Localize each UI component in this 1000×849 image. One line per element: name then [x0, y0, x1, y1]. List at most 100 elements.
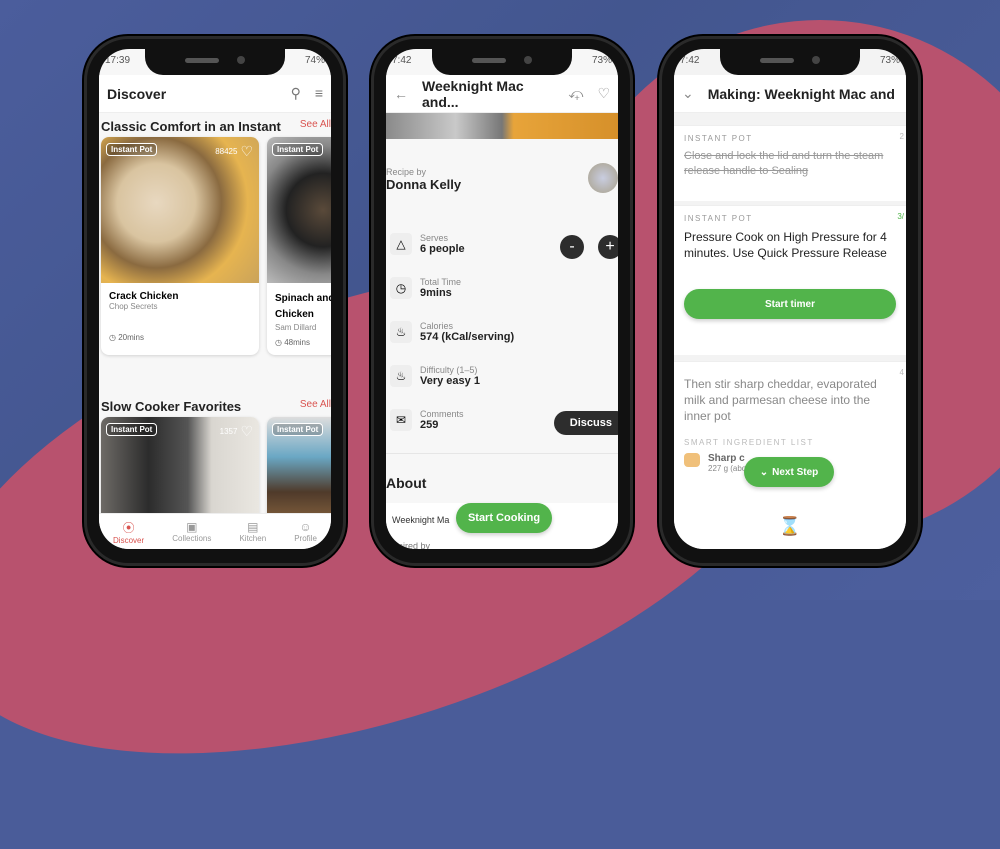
- nav-collections[interactable]: ▣ Collections: [172, 520, 211, 543]
- author-name[interactable]: Donna Kelly: [386, 177, 461, 192]
- notch: [432, 49, 572, 75]
- flame-icon: ♨: [390, 321, 412, 343]
- section-header: Slow Cooker Favorites See All: [101, 399, 331, 414]
- hero-image: [386, 113, 618, 139]
- section-title: Classic Comfort in an Instant: [101, 119, 281, 134]
- recipe-image: [267, 137, 331, 283]
- app-header: ← Weeknight Mac and... ⤽ ♡: [386, 75, 618, 113]
- battery: 73%: [879, 55, 900, 66]
- step-label: INSTANT POT: [684, 214, 753, 223]
- nav-profile[interactable]: ☺ Profile: [294, 520, 317, 543]
- status-time: 7:42: [392, 55, 412, 66]
- about-heading: About: [386, 475, 427, 491]
- next-step-label: Next Step: [772, 466, 819, 478]
- chevron-down-icon: ⌄: [759, 466, 769, 478]
- ingredient-list-label: SMART INGREDIENT LIST: [684, 438, 814, 447]
- nav-label: Profile: [294, 534, 317, 543]
- phone-recipe-detail: 7:42 73% ← Weeknight Mac and... ⤽ ♡ Recip…: [371, 36, 633, 566]
- back-arrow-icon[interactable]: ←: [394, 86, 408, 102]
- filter-icon[interactable]: ≡: [315, 85, 323, 102]
- likes: 1357 ♡: [220, 423, 253, 440]
- recipe-card[interactable]: Instant Pot 88425 ♡ Crack Chicken Chop Se…: [101, 137, 259, 355]
- screen: 7:42 73% ← Weeknight Mac and... ⤽ ♡ Recip…: [386, 49, 618, 549]
- heart-icon[interactable]: ♡: [597, 85, 610, 102]
- status-time: 17:39: [105, 55, 131, 66]
- compass-icon: ⦿: [122, 520, 135, 535]
- cheese-icon: [684, 453, 700, 467]
- step-text: Close and lock the lid and turn the stea…: [684, 150, 884, 177]
- see-all-link[interactable]: See All: [300, 399, 331, 414]
- like-count: 1357: [219, 427, 238, 436]
- notch: [720, 49, 860, 75]
- battery: 73%: [591, 55, 612, 66]
- tag-badge: Instant Pot: [272, 423, 324, 436]
- stat-value: 259: [420, 419, 439, 431]
- discuss-button[interactable]: Discuss: [553, 411, 618, 435]
- heart-icon[interactable]: ♡: [240, 143, 253, 160]
- start-timer-button[interactable]: Start timer: [684, 289, 896, 319]
- search-icon[interactable]: ⚲: [291, 85, 301, 102]
- recipe-title: Spinach and Chicken: [275, 293, 331, 320]
- decrease-servings-button[interactable]: -: [560, 235, 584, 259]
- author-avatar[interactable]: [588, 163, 618, 193]
- recipe-by-label: Recipe by: [386, 167, 427, 177]
- nav-discover[interactable]: ⦿ Discover: [113, 519, 144, 545]
- status-time: 7:42: [680, 55, 700, 66]
- heart-icon[interactable]: ♡: [240, 423, 253, 440]
- step-label: INSTANT POT: [684, 134, 753, 143]
- start-cooking-button[interactable]: Start Cooking: [456, 503, 552, 533]
- notch: [145, 49, 285, 75]
- clock-icon: ◷: [275, 338, 282, 347]
- step-card[interactable]: 2 INSTANT POT Close and lock the lid and…: [674, 125, 906, 201]
- app-header: ⌄ Making: Weeknight Mac and C...: [674, 75, 906, 113]
- stat-value: 9mins: [420, 287, 452, 299]
- see-all-link[interactable]: See All: [300, 119, 331, 134]
- collections-icon: ▣: [186, 520, 198, 534]
- recipe-card[interactable]: Instant Pot 1357 ♡: [101, 417, 259, 517]
- stat-total-time: ◷ Total Time 9mins: [390, 277, 461, 299]
- stat-value: 6 people: [420, 243, 465, 255]
- phone-discover: 17:39 74% Discover ⚲ ≡ Classic Comfort in…: [84, 36, 346, 566]
- nav-label: Collections: [172, 534, 212, 543]
- like-count: 88425: [215, 147, 238, 156]
- step-card-active[interactable]: 3/ INSTANT POT Pressure Cook on High Pre…: [674, 205, 906, 355]
- stat-label: Comments: [420, 409, 464, 419]
- step-text: Pressure Cook on High Pressure for 4 min…: [684, 230, 887, 260]
- page-title: Making: Weeknight Mac and C...: [707, 85, 898, 102]
- screen: 17:39 74% Discover ⚲ ≡ Classic Comfort in…: [99, 49, 331, 549]
- nav-kitchen[interactable]: ▤ Kitchen: [239, 520, 266, 543]
- increase-servings-button[interactable]: +: [598, 235, 618, 259]
- next-step-button[interactable]: ⌄ Next Step: [744, 457, 834, 487]
- recipe-title: Crack Chicken: [109, 291, 179, 302]
- tag-badge: Instant Pot: [106, 423, 158, 436]
- profile-icon: ☺: [299, 520, 312, 534]
- comment-icon: ✉: [390, 409, 412, 431]
- stat-label: Calories: [420, 321, 454, 331]
- nav-label: Kitchen: [239, 534, 267, 543]
- divider: [386, 453, 618, 454]
- hourglass-icon[interactable]: ⌛: [779, 516, 801, 537]
- collapse-chevron-icon[interactable]: ⌄: [682, 85, 694, 102]
- chef-hat-icon: ♨: [390, 365, 412, 387]
- stat-calories: ♨ Calories 574 (kCal/serving): [390, 321, 514, 343]
- clock-icon: ◷: [109, 333, 116, 342]
- oven-icon: ▤: [247, 520, 259, 534]
- recipe-time: 48mins: [284, 338, 311, 347]
- tag-badge: Instant Pot: [106, 143, 158, 156]
- recipe-card[interactable]: Instant Pot Spinach and Chicken Sam Dill…: [267, 137, 331, 355]
- recipe-card[interactable]: Instant Pot: [267, 417, 331, 517]
- step-number: 2: [899, 132, 904, 141]
- recipe-author: Sam Dillard: [275, 323, 317, 332]
- stat-difficulty: ♨ Difficulty (1–5) Very easy 1: [390, 365, 480, 387]
- clock-icon: ◷: [390, 277, 412, 299]
- stat-label: Serves: [420, 233, 449, 243]
- likes: 88425 ♡: [215, 143, 253, 160]
- nav-label: Discover: [113, 535, 145, 545]
- stat-label: Difficulty (1–5): [420, 365, 478, 375]
- stat-comments: ✉ Comments 259: [390, 409, 464, 431]
- section-header: Classic Comfort in an Instant See All: [101, 119, 331, 134]
- share-icon[interactable]: ⤽: [568, 85, 583, 102]
- bottom-nav: ⦿ Discover ▣ Collections ▤ Kitchen ☺ Profile: [99, 513, 331, 549]
- recipe-time: 20mins: [118, 333, 145, 342]
- step-number: 3/: [897, 212, 904, 221]
